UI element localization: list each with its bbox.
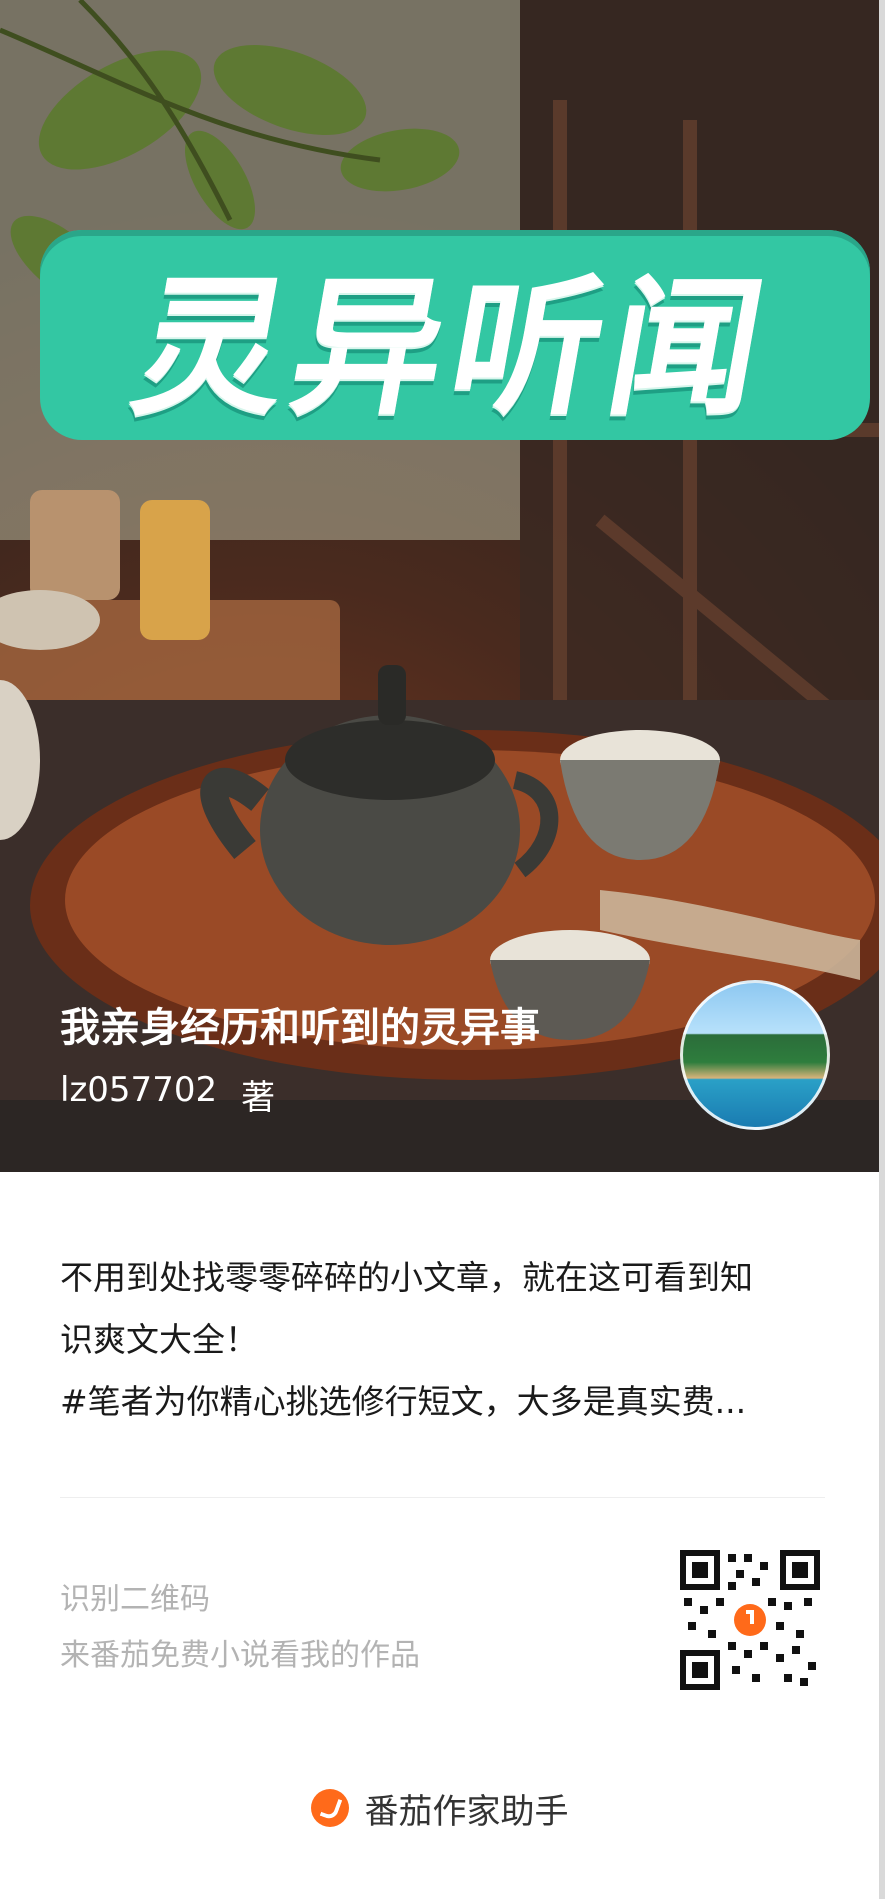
author-line: lz057702 著 <box>60 1070 275 1119</box>
cover-title-art: 灵异听闻 <box>40 230 870 440</box>
description-line: #笔者为你精心挑选修行短文，大多是真实费... <box>60 1382 747 1421</box>
author-name: lz057702 <box>60 1070 218 1110</box>
description-line: 识爽文大全！ <box>60 1320 258 1359</box>
tomato-logo-icon <box>310 1789 349 1827</box>
book-description: 不用到处找零零碎碎的小文章，就在这可看到知 识爽文大全！ #笔者为你精心挑选修行… <box>60 1247 830 1433</box>
qr-code-icon[interactable] <box>680 1550 820 1690</box>
cover-image: 灵异听闻 我亲身经历和听到的灵异事 lz057702 著 <box>0 0 879 1172</box>
cover-title-art-text: 灵异听闻 <box>121 261 784 436</box>
qr-instruction-line: 识别二维码 <box>60 1582 210 1617</box>
beach-coastline-avatar-icon <box>680 980 830 1130</box>
book-title: 我亲身经历和听到的灵异事 <box>60 1005 540 1051</box>
edge-divider <box>879 0 885 1899</box>
qr-instruction-line: 来番茄免费小说看我的作品 <box>60 1638 420 1673</box>
qr-instructions: 识别二维码 来番茄免费小说看我的作品 <box>60 1572 420 1684</box>
brand-name: 番茄作家助手 <box>364 1791 569 1832</box>
footer-brand: 番茄作家助手 <box>0 1780 879 1836</box>
share-poster: 灵异听闻 我亲身经历和听到的灵异事 lz057702 著 不用到处找零零碎碎的小… <box>0 0 885 1899</box>
description-line: 不用到处找零零碎碎的小文章，就在这可看到知 <box>60 1258 753 1297</box>
author-suffix: 著 <box>241 1078 276 1118</box>
section-divider <box>60 1497 825 1498</box>
